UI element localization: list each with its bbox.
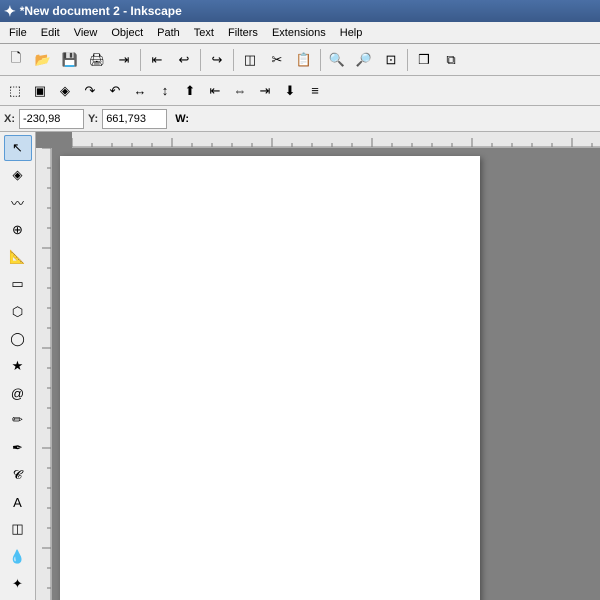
ruler-vertical — [36, 148, 52, 600]
print-button[interactable]: 🖨 — [84, 47, 110, 73]
toolbar-sep — [407, 49, 408, 71]
zoom-tool[interactable]: ⊕ — [4, 217, 32, 243]
flip-v-button[interactable]: ↕ — [153, 79, 177, 103]
open-button[interactable]: 📂 — [30, 47, 56, 73]
title-bar: ✦ *New document 2 - Inkscape — [0, 0, 600, 22]
redo-button[interactable]: ↪ — [204, 47, 230, 73]
toolbar-sep — [233, 49, 234, 71]
node-tool[interactable]: ◈ — [4, 162, 32, 188]
coord-bar: X: Y: W: — [0, 106, 600, 132]
app-icon: ✦ — [4, 3, 16, 20]
new-button[interactable]: 🗋 — [3, 47, 29, 73]
rubber-band-button[interactable]: ▣ — [28, 79, 52, 103]
clone-button[interactable]: ⧉ — [438, 47, 464, 73]
main-area: ↖◈〰⊕📐▭⬡◯★@✏✒𝓒A◫💧✦ // ruler ticks drawn v… — [0, 132, 600, 600]
3dbox-tool[interactable]: ⬡ — [4, 298, 32, 324]
pencil-tool[interactable]: ✏ — [4, 407, 32, 433]
rotate-ccw-button[interactable]: ↶ — [103, 79, 127, 103]
canvas-document[interactable] — [60, 156, 480, 600]
paste-button[interactable]: 📋 — [291, 47, 317, 73]
zoom-fit-button[interactable]: ⊡ — [378, 47, 404, 73]
menu-object[interactable]: Object — [104, 25, 150, 41]
main-toolbar: 🗋📂💾🖨⇥ ⇤↩ ↪ ◫✂📋 🔍🔎⊡ ❒⧉ — [0, 44, 600, 76]
export-button[interactable]: ⇤ — [144, 47, 170, 73]
node-mode-button[interactable]: ◈ — [53, 79, 77, 103]
align-bottom-button[interactable]: ⬇ — [278, 79, 302, 103]
canvas-area[interactable]: // ruler ticks drawn via JS below — [36, 132, 600, 600]
measure-tool[interactable]: 📐 — [4, 244, 32, 270]
toolbar-sep — [320, 49, 321, 71]
pen-tool[interactable]: ✒ — [4, 435, 32, 461]
zoom-out-button[interactable]: 🔎 — [351, 47, 377, 73]
spiral-tool[interactable]: @ — [4, 380, 32, 406]
undo-button[interactable]: ↩ — [171, 47, 197, 73]
menu-path[interactable]: Path — [150, 25, 187, 41]
star-tool[interactable]: ★ — [4, 353, 32, 379]
align-center-button[interactable]: ⇔ — [228, 79, 252, 103]
rect-tool[interactable]: ▭ — [4, 271, 32, 297]
toolbox: ↖◈〰⊕📐▭⬡◯★@✏✒𝓒A◫💧✦ — [0, 132, 36, 600]
gradient-tool[interactable]: ◫ — [4, 516, 32, 542]
x-label: X: — [4, 113, 15, 125]
menu-view[interactable]: View — [67, 25, 105, 41]
menu-help[interactable]: Help — [333, 25, 370, 41]
select-all-button[interactable]: ⬚ — [3, 79, 27, 103]
text-tool[interactable]: A — [4, 489, 32, 515]
ruler-horizontal: // ruler ticks drawn via JS below — [72, 132, 600, 148]
y-label: Y: — [88, 113, 98, 125]
window-title: *New document 2 - Inkscape — [20, 4, 182, 18]
dropper-tool[interactable]: 💧 — [4, 544, 32, 570]
distribute-button[interactable]: ≡ — [303, 79, 327, 103]
indent-right-button[interactable]: ⇥ — [253, 79, 277, 103]
rotate-cw-button[interactable]: ↷ — [78, 79, 102, 103]
zoom-in-button[interactable]: 🔍 — [324, 47, 350, 73]
indent-left-button[interactable]: ⇤ — [203, 79, 227, 103]
menu-extensions[interactable]: Extensions — [265, 25, 333, 41]
ellipse-tool[interactable]: ◯ — [4, 326, 32, 352]
spray-tool[interactable]: ✦ — [4, 571, 32, 597]
toolbar-sep — [140, 49, 141, 71]
copy-style-button[interactable]: ◫ — [237, 47, 263, 73]
tweak-tool[interactable]: 〰 — [4, 189, 32, 215]
w-label: W: — [175, 113, 189, 125]
menu-file[interactable]: File — [2, 25, 34, 41]
selector-tool[interactable]: ↖ — [4, 135, 32, 161]
x-input[interactable] — [19, 109, 84, 129]
align-top-button[interactable]: ⬆ — [178, 79, 202, 103]
flip-h-button[interactable]: ↔ — [128, 79, 152, 103]
menu-text[interactable]: Text — [187, 25, 221, 41]
secondary-toolbar: ⬚▣◈↷↶↔↕⬆⇤⇔⇥⬇≡ — [0, 76, 600, 106]
import-button[interactable]: ⇥ — [111, 47, 137, 73]
cut-button[interactable]: ✂ — [264, 47, 290, 73]
toolbar-sep — [200, 49, 201, 71]
menu-bar: FileEditViewObjectPathTextFiltersExtensi… — [0, 22, 600, 44]
menu-filters[interactable]: Filters — [221, 25, 265, 41]
calligraphy-tool[interactable]: 𝓒 — [4, 462, 32, 488]
save-button[interactable]: 💾 — [57, 47, 83, 73]
y-input[interactable] — [102, 109, 167, 129]
duplicate-button[interactable]: ❒ — [411, 47, 437, 73]
menu-edit[interactable]: Edit — [34, 25, 67, 41]
